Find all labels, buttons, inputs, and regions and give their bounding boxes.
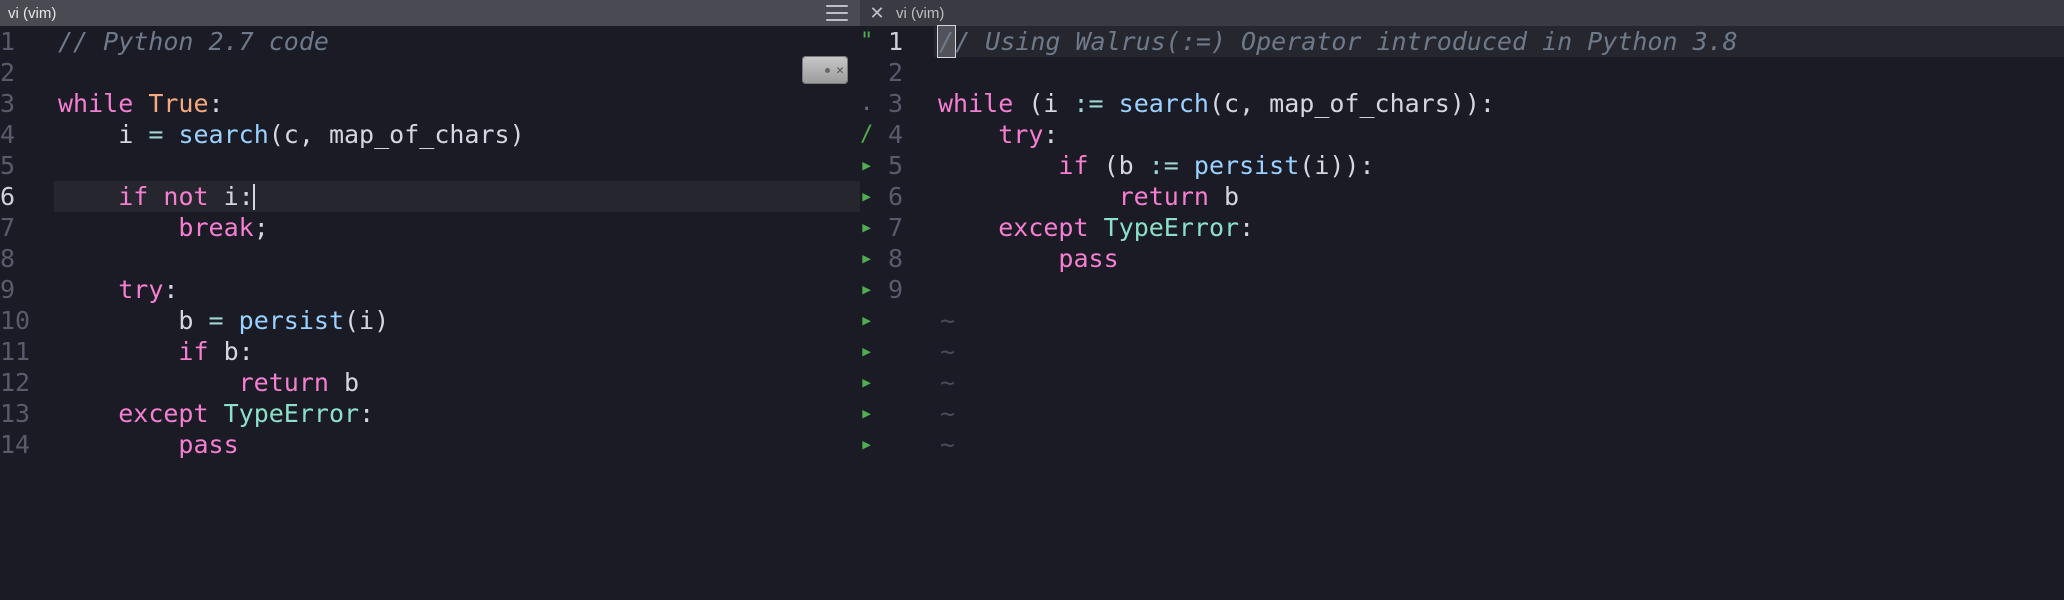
diff-mark: ▸ [860,274,888,305]
code-line[interactable]: while (i := search(c, map_of_chars)): [934,88,2064,119]
block-cursor: / [938,26,955,57]
line-number: 6 [888,181,934,212]
code-line[interactable]: while True: [54,88,860,119]
line-number: 1 [0,26,54,57]
tilde-line: ~ [934,398,2064,429]
tilde-line: ~ [934,305,2064,336]
line-number-empty [888,398,934,429]
right-line-numbers: 123456789 [888,26,934,600]
code-line[interactable]: break; [54,212,860,243]
right-code-area[interactable]: // Using Walrus(:=) Operator introduced … [934,26,2064,600]
code-line[interactable] [54,243,860,274]
diff-mark: . [860,88,888,119]
code-line[interactable]: pass [934,243,2064,274]
diff-mark: ▸ [860,181,888,212]
close-icon[interactable]: ✕ [868,4,886,22]
code-line[interactable]: return b [54,367,860,398]
code-line[interactable]: except TypeError: [934,212,2064,243]
line-number: 2 [888,57,934,88]
line-number: 7 [0,212,54,243]
code-line[interactable]: except TypeError: [54,398,860,429]
code-line[interactable]: i = search(c, map_of_chars) [54,119,860,150]
line-number: 8 [0,243,54,274]
tilde-line: ~ [934,336,2064,367]
diff-mark: ▸ [860,429,888,460]
code-line[interactable]: try: [934,119,2064,150]
diff-mark: ▸ [860,305,888,336]
line-number: 11 [0,336,54,367]
line-number: 4 [0,119,54,150]
left-editor[interactable]: 1234567891011121314 // Python 2.7 codewh… [0,26,860,600]
line-number-empty [888,336,934,367]
line-number: 13 [0,398,54,429]
code-line[interactable]: // Python 2.7 code [54,26,860,57]
diff-view-container: vi (vim) 1234567891011121314 // Python 2… [0,0,2064,600]
hamburger-icon[interactable] [826,5,848,21]
text-cursor [253,184,255,210]
right-pane: ✕ vi (vim) "./▸▸▸▸▸▸▸▸▸▸ 123456789 // Us… [860,0,2064,600]
line-number: 14 [0,429,54,460]
code-line[interactable]: if not i: [54,181,860,212]
line-number-empty [888,367,934,398]
code-line[interactable] [54,150,860,181]
line-number: 2 [0,57,54,88]
pill-close-icon[interactable]: ✕ [836,63,844,78]
left-titlebar[interactable]: vi (vim) [0,0,860,26]
code-line[interactable] [934,274,2064,305]
diff-mark: / [860,119,888,150]
diff-mark: ▸ [860,336,888,367]
tilde-line: ~ [934,429,2064,460]
right-editor[interactable]: "./▸▸▸▸▸▸▸▸▸▸ 123456789 // Using Walrus(… [860,26,2064,600]
diff-mark [860,57,888,88]
right-titlebar[interactable]: ✕ vi (vim) [860,0,2064,26]
code-line[interactable]: pass [54,429,860,460]
code-line[interactable]: try: [54,274,860,305]
line-number-empty [888,429,934,460]
line-number: 4 [888,119,934,150]
line-number: 1 [888,26,934,57]
line-number: 7 [888,212,934,243]
code-line[interactable]: return b [934,181,2064,212]
line-number-empty [888,305,934,336]
right-diff-marks: "./▸▸▸▸▸▸▸▸▸▸ [860,26,888,600]
code-line[interactable]: if (b := persist(i)): [934,150,2064,181]
left-pane: vi (vim) 1234567891011121314 // Python 2… [0,0,860,600]
left-code-area[interactable]: // Python 2.7 code while True: i = search… [54,26,860,600]
diff-mark: ▸ [860,212,888,243]
line-number: 3 [0,88,54,119]
line-number: 3 [888,88,934,119]
diff-mark: ▸ [860,398,888,429]
line-number: 10 [0,305,54,336]
code-line[interactable] [934,57,2064,88]
right-title: vi (vim) [896,5,944,22]
line-number: 9 [0,274,54,305]
code-line[interactable]: // Using Walrus(:=) Operator introduced … [934,26,2064,57]
left-line-numbers: 1234567891011121314 [0,26,54,600]
left-title: vi (vim) [8,5,56,22]
line-number: 8 [888,243,934,274]
line-number: 5 [888,150,934,181]
window-control-pill[interactable]: ✕ [802,56,848,84]
diff-mark: ▸ [860,150,888,181]
line-number: 5 [0,150,54,181]
diff-mark: " [860,26,888,57]
line-number: 12 [0,367,54,398]
diff-mark: ▸ [860,243,888,274]
code-line[interactable]: if b: [54,336,860,367]
line-number: 6 [0,181,54,212]
tilde-line: ~ [934,367,2064,398]
code-line[interactable]: b = persist(i) [54,305,860,336]
diff-mark: ▸ [860,367,888,398]
line-number: 9 [888,274,934,305]
code-line[interactable] [54,57,860,88]
pill-dot-icon [825,68,830,73]
